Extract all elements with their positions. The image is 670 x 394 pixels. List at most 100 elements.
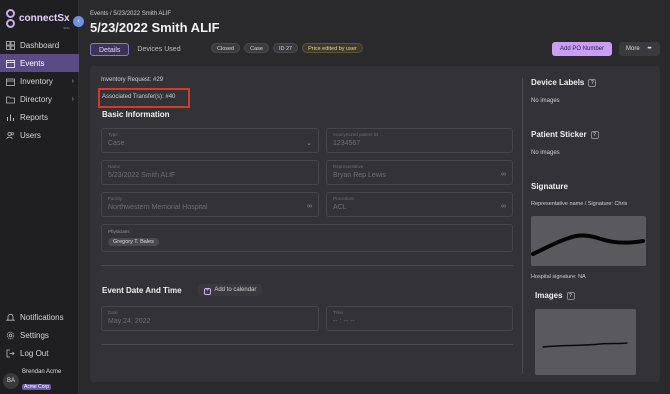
help-icon[interactable]: ? bbox=[590, 131, 599, 139]
images-title: Images bbox=[535, 291, 563, 300]
breadcrumb[interactable]: Events / 5/23/2022 Smith ALIF bbox=[90, 11, 171, 17]
add-to-calendar-button[interactable]: + Add to calendar bbox=[198, 284, 263, 296]
bell-icon bbox=[5, 312, 15, 322]
time-field[interactable]: Time -- : -- -- bbox=[326, 306, 513, 331]
representative-field[interactable]: Representative Bryan Rep Lewis ∞ bbox=[326, 160, 513, 185]
patient-sticker-heading: Patient Sticker? bbox=[531, 130, 599, 139]
field-value: ACL bbox=[333, 204, 347, 211]
field-label: Representative bbox=[333, 164, 364, 169]
physicians-field[interactable]: Physicians Gregory T. Bales bbox=[101, 224, 513, 252]
field-label: Anonymized patient ID bbox=[333, 132, 379, 137]
chevron-right-icon: › bbox=[71, 77, 74, 85]
help-icon[interactable]: ? bbox=[566, 292, 575, 300]
facility-field[interactable]: Facility Northwestern Memorial Hospital … bbox=[101, 192, 319, 217]
field-label: Date bbox=[108, 310, 118, 315]
tab-devices-used[interactable]: Devices Used bbox=[129, 43, 188, 56]
more-button[interactable]: More ••• bbox=[619, 42, 660, 56]
link-icon[interactable]: ∞ bbox=[501, 203, 506, 210]
column-divider bbox=[522, 78, 523, 374]
device-labels-title: Device Labels bbox=[531, 78, 585, 87]
sidebar-item-dashboard[interactable]: Dashboard bbox=[0, 36, 79, 54]
sidebar-item-label: Dashboard bbox=[20, 40, 60, 50]
field-label: Procedure bbox=[333, 196, 354, 201]
field-value: Northwestern Memorial Hospital bbox=[108, 204, 208, 211]
sidebar-item-label: Log Out bbox=[20, 348, 49, 358]
sidebar-item-settings[interactable]: Settings bbox=[0, 326, 79, 344]
sidebar: connectSx SISx Dashboard Events Inventor… bbox=[0, 0, 79, 394]
details-panel: Inventory Request: #29 Associated Transf… bbox=[90, 66, 660, 382]
sidebar-item-logout[interactable]: Log Out bbox=[0, 344, 79, 362]
procedure-field[interactable]: Procedure ACL ∞ bbox=[326, 192, 513, 217]
sidebar-item-inventory[interactable]: Inventory › bbox=[0, 72, 79, 90]
device-labels-empty: No images bbox=[531, 98, 560, 104]
field-value: 1234567 bbox=[333, 140, 361, 147]
associated-transfers-link[interactable]: Associated Transfer(s): #40 bbox=[102, 94, 175, 100]
logo: connectSx SISx bbox=[5, 8, 70, 30]
field-value: Case bbox=[108, 140, 125, 147]
add-po-number-button[interactable]: Add PO Number bbox=[552, 42, 612, 56]
app-root: connectSx SISx Dashboard Events Inventor… bbox=[0, 0, 670, 394]
date-field[interactable]: Date May 24, 2022 bbox=[101, 306, 319, 331]
details-left-column: Inventory Request: #29 Associated Transf… bbox=[90, 66, 516, 382]
box-icon bbox=[5, 76, 15, 86]
chart-icon bbox=[5, 112, 15, 122]
patient-sticker-title: Patient Sticker bbox=[531, 130, 587, 139]
hospital-signature-label: Hospital signature: NA bbox=[531, 274, 586, 280]
basic-information-heading: Basic Information bbox=[102, 110, 170, 119]
type-select[interactable]: Type Case ⌄ bbox=[101, 128, 319, 153]
inventory-request-link[interactable]: Inventory Request: #29 bbox=[101, 77, 163, 83]
gear-icon bbox=[5, 330, 15, 340]
image-scribble-icon bbox=[542, 342, 628, 348]
sidebar-item-directory[interactable]: Directory › bbox=[0, 90, 79, 108]
status-badge-closed: Closed bbox=[211, 43, 241, 53]
field-value: -- : -- -- bbox=[333, 318, 355, 325]
link-icon[interactable]: ∞ bbox=[307, 203, 312, 210]
logo-subtext: SISx bbox=[63, 26, 70, 30]
dashboard-icon bbox=[5, 40, 15, 50]
collapse-sidebar-button[interactable]: ‹ bbox=[73, 16, 84, 27]
status-chips: Closed Case ID 27 Price edited by user bbox=[211, 43, 363, 53]
sidebar-item-reports[interactable]: Reports bbox=[0, 108, 79, 126]
users-icon bbox=[5, 130, 15, 140]
sidebar-item-label: Inventory bbox=[20, 76, 53, 86]
sidebar-item-label: Directory bbox=[20, 94, 53, 104]
logo-text: connectSx bbox=[19, 13, 70, 24]
add-to-calendar-label: Add to calendar bbox=[214, 287, 257, 293]
calendar-icon bbox=[5, 58, 15, 68]
chevron-right-icon: › bbox=[71, 95, 74, 103]
sidebar-item-events[interactable]: Events bbox=[0, 54, 79, 72]
link-icon[interactable]: ∞ bbox=[501, 171, 506, 178]
type-badge: Case bbox=[244, 43, 269, 53]
tab-details[interactable]: Details bbox=[90, 43, 130, 56]
sidebar-item-notifications[interactable]: Notifications bbox=[0, 308, 79, 326]
sidebar-item-users[interactable]: Users bbox=[0, 126, 79, 144]
physician-chip[interactable]: Gregory T. Bales bbox=[108, 238, 159, 246]
patient-id-field[interactable]: Anonymized patient ID 1234567 bbox=[326, 128, 513, 153]
name-field[interactable]: Name 5/23/2022 Smith ALIF bbox=[101, 160, 319, 185]
signature-drawing-icon bbox=[531, 233, 645, 256]
sidebar-nav: Dashboard Events Inventory › Directory ›… bbox=[0, 36, 79, 144]
section-divider bbox=[101, 265, 513, 266]
sidebar-item-label: Events bbox=[20, 58, 45, 68]
sidebar-item-label: Reports bbox=[20, 112, 49, 122]
more-dots-icon: ••• bbox=[647, 46, 651, 52]
user-profile[interactable]: BA Brendan Acme Acme Corp bbox=[3, 369, 61, 393]
sidebar-bottom-nav: Notifications Settings Log Out bbox=[0, 308, 79, 362]
uploaded-image-thumbnail[interactable] bbox=[535, 309, 636, 375]
chevron-down-icon: ⌄ bbox=[306, 140, 312, 147]
section-divider bbox=[101, 344, 513, 345]
org-badge: Acme Corp bbox=[22, 384, 52, 390]
representative-signature-image[interactable] bbox=[531, 216, 646, 266]
field-label: Name bbox=[108, 164, 121, 169]
more-button-label: More bbox=[626, 46, 640, 52]
device-labels-heading: Device Labels? bbox=[531, 78, 597, 87]
sidebar-item-label: Users bbox=[20, 130, 41, 140]
logo-mark-icon bbox=[5, 8, 16, 30]
field-value: Bryan Rep Lewis bbox=[333, 172, 386, 179]
patient-sticker-empty: No images bbox=[531, 150, 560, 156]
logout-icon bbox=[5, 348, 15, 358]
price-edited-badge: Price edited by user bbox=[302, 43, 363, 53]
images-heading: Images? bbox=[535, 291, 575, 300]
help-icon[interactable]: ? bbox=[588, 79, 597, 87]
page-title: 5/23/2022 Smith ALIF bbox=[90, 20, 220, 35]
